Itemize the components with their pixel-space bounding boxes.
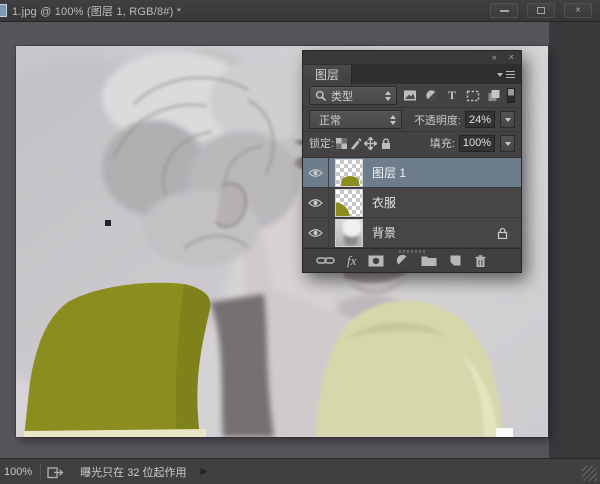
- menu-lines-icon: [506, 71, 515, 78]
- filter-pixel-layers-icon[interactable]: [402, 88, 418, 104]
- delete-layer-icon[interactable]: [474, 254, 487, 268]
- layer-thumbnail[interactable]: [335, 188, 363, 217]
- document-icon: [0, 4, 7, 17]
- maximize-icon: [537, 7, 545, 14]
- window-controls: ×: [490, 3, 592, 18]
- export-icon[interactable]: [47, 465, 64, 479]
- link-layers-icon[interactable]: [316, 255, 335, 266]
- lock-pixels-brush-icon[interactable]: [348, 135, 363, 151]
- layer-style-fx-icon[interactable]: fx: [347, 254, 356, 267]
- layer-row-background[interactable]: 背景: [303, 218, 521, 248]
- visibility-toggle[interactable]: [303, 218, 329, 247]
- dropdown-arrow-icon: [504, 118, 511, 125]
- layer-row-clothes[interactable]: 衣服: [303, 188, 521, 218]
- olive-paint-shape: [340, 174, 360, 186]
- new-group-icon[interactable]: [421, 255, 437, 267]
- filter-switch-toggle[interactable]: [507, 88, 515, 103]
- opacity-label: 不透明度:: [413, 114, 461, 127]
- lock-transparency-icon[interactable]: [334, 135, 348, 151]
- filter-type-layers-icon[interactable]: T: [444, 88, 460, 104]
- layer-filter-row: 类型 T: [303, 84, 521, 108]
- photoshop-window: 1.jpg @ 100% (图层 1, RGB/8#) * × » × 图层 类…: [0, 0, 600, 484]
- filter-shape-layers-icon[interactable]: [465, 88, 481, 104]
- panel-menu-icon[interactable]: [497, 65, 515, 84]
- blend-options-row: 正常 不透明度: 24%: [303, 108, 521, 132]
- layer-list: 图层 1 衣服 背景: [303, 157, 521, 248]
- status-message: 曝光只在 32 位起作用: [80, 466, 187, 479]
- filter-adjustment-layers-icon[interactable]: [423, 88, 439, 104]
- blend-mode-select[interactable]: 正常: [309, 110, 402, 129]
- visibility-toggle[interactable]: [303, 188, 329, 217]
- brush-sample-point: [105, 220, 111, 226]
- fill-dropdown-button[interactable]: [500, 134, 515, 152]
- search-icon: [315, 90, 327, 101]
- new-adjustment-layer-icon[interactable]: [396, 254, 409, 267]
- blend-mode-value: 正常: [319, 114, 341, 127]
- lock-all-icon[interactable]: [378, 135, 393, 151]
- lock-position-move-icon[interactable]: [363, 135, 378, 151]
- panel-dock-strip: [549, 22, 600, 458]
- select-arrows-icon: [389, 114, 396, 125]
- tab-layers[interactable]: 图层: [303, 65, 353, 84]
- zoom-level-field[interactable]: 100%: [4, 466, 32, 478]
- fill-input[interactable]: 100%: [458, 134, 495, 152]
- layer-thumbnail[interactable]: [335, 218, 363, 247]
- opacity-input[interactable]: 24%: [465, 111, 496, 128]
- filter-type-label: 类型: [331, 90, 353, 103]
- minimize-icon: [499, 9, 509, 12]
- eye-icon: [308, 198, 323, 207]
- filter-smart-objects-icon[interactable]: [486, 88, 502, 104]
- dropdown-arrow-icon: [504, 141, 511, 149]
- fill-label: 填充:: [429, 138, 455, 150]
- minimize-button[interactable]: [490, 3, 518, 18]
- titlebar: 1.jpg @ 100% (图层 1, RGB/8#) * ×: [0, 0, 600, 22]
- workspace: » × 图层 类型 T 正常 不透明度: 24% 锁定: 填充: 100% 图层…: [0, 22, 600, 458]
- status-menu-arrow[interactable]: ▶: [201, 466, 208, 477]
- divider: [40, 463, 42, 480]
- opacity-dropdown-button[interactable]: [500, 111, 515, 128]
- panel-collapse-icon[interactable]: »: [492, 53, 497, 62]
- layer-thumbnail[interactable]: [335, 158, 363, 187]
- panel-footer: fx: [303, 248, 521, 272]
- resize-grip[interactable]: [582, 466, 597, 481]
- eye-icon: [308, 228, 323, 237]
- window-title: 1.jpg @ 100% (图层 1, RGB/8#) *: [12, 5, 182, 18]
- close-button[interactable]: ×: [564, 3, 592, 18]
- layer-name[interactable]: 衣服: [372, 194, 396, 211]
- layers-panel: » × 图层 类型 T 正常 不透明度: 24% 锁定: 填充: 100% 图层…: [302, 50, 522, 273]
- statusbar: 100% 曝光只在 32 位起作用 ▶: [0, 458, 600, 484]
- eye-icon: [308, 168, 323, 177]
- visibility-toggle[interactable]: [303, 158, 329, 187]
- layer-name[interactable]: 背景: [372, 224, 396, 241]
- filter-type-select[interactable]: 类型: [309, 86, 397, 105]
- new-layer-icon[interactable]: [449, 254, 462, 267]
- panel-header-bar: » ×: [303, 51, 521, 64]
- lock-options-row: 锁定: 填充: 100%: [303, 132, 521, 154]
- add-layer-mask-icon[interactable]: [368, 255, 384, 267]
- layer-locked-icon: [497, 227, 508, 239]
- lock-label: 锁定:: [309, 138, 335, 150]
- select-arrows-icon: [385, 90, 391, 101]
- panel-close-icon[interactable]: ×: [509, 53, 514, 62]
- panel-tabs: 图层: [303, 64, 521, 84]
- triangle-icon: [497, 73, 503, 80]
- maximize-button[interactable]: [527, 3, 555, 18]
- olive-paint-shape: [336, 202, 351, 216]
- layer-name[interactable]: 图层 1: [372, 164, 406, 181]
- layer-row-layer1[interactable]: 图层 1: [303, 158, 521, 188]
